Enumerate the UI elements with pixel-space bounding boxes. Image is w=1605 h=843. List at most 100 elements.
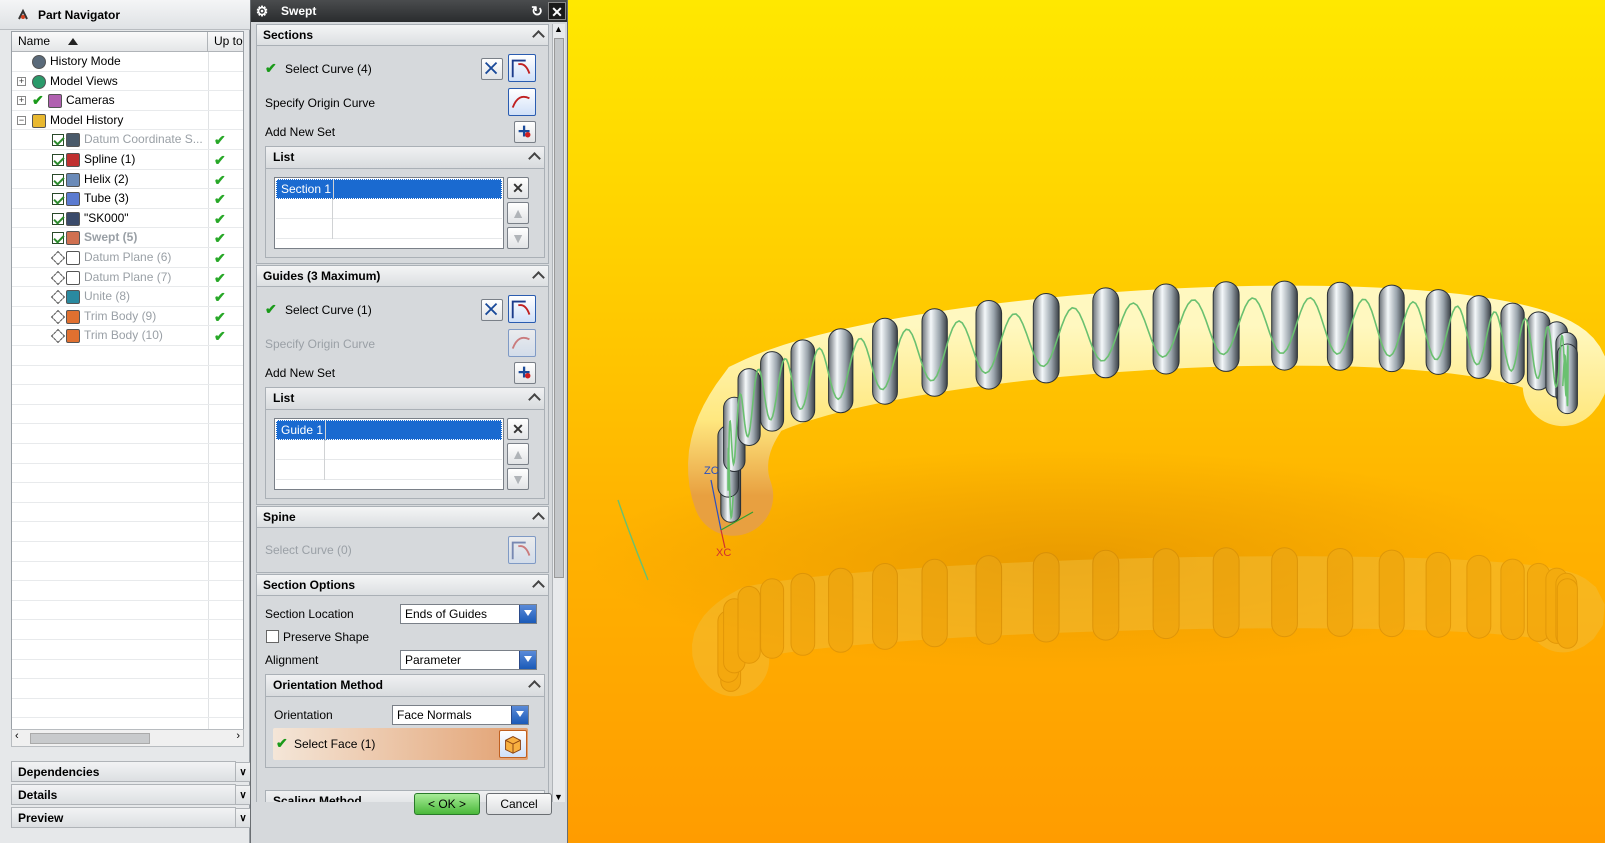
tree-node[interactable]: Datum Plane (7) ✔ (12, 267, 243, 288)
column-name-header[interactable]: Name (12, 32, 208, 51)
tree-node[interactable]: Unite (8) ✔ (12, 287, 243, 307)
tree-node[interactable]: History Mode (12, 52, 243, 72)
collapse-icon[interactable] (532, 511, 544, 523)
visibility-checkbox[interactable] (52, 232, 64, 245)
tree-node[interactable]: + Model Views (12, 71, 243, 92)
guides-group-header[interactable]: Guides (3 Maximum) (256, 265, 549, 287)
curve-rule-icon[interactable] (481, 58, 503, 80)
tree-node[interactable]: Datum Plane (6) ✔ (12, 248, 243, 268)
tree-node[interactable]: Trim Body (10) ✔ (12, 326, 243, 346)
ok-button[interactable]: < OK > (414, 793, 480, 815)
select-curve-icon[interactable] (508, 295, 536, 323)
scrollbar-thumb[interactable] (554, 38, 564, 578)
navigator-tree[interactable]: Name Up to History Mode + Model Views + ✔ Cam… (11, 31, 244, 747)
tree-node[interactable]: Swept (5) ✔ (12, 228, 243, 248)
details-panel[interactable]: Details ∨ (11, 784, 251, 805)
curve-rule-icon[interactable] (481, 299, 503, 321)
orientation-select[interactable]: Face Normals (392, 705, 529, 725)
sections-select-curve[interactable]: Select Curve (4) (285, 62, 372, 76)
helix-ring[interactable] (1500, 302, 1525, 385)
expand-icon[interactable]: + (17, 76, 26, 86)
collapse-icon[interactable] (532, 29, 544, 41)
chevron-down-icon[interactable] (519, 651, 536, 669)
swept-model-render[interactable]: ZC XC (568, 0, 1605, 843)
preserve-shape-checkbox[interactable] (266, 630, 279, 643)
tree-node[interactable]: Spline (1) ✔ (12, 150, 243, 170)
vertical-scrollbar[interactable]: ▲ ▼ (552, 24, 565, 802)
orientation-method-header[interactable]: Orientation Method (266, 675, 544, 697)
origin-curve-icon[interactable] (508, 88, 536, 116)
scroll-up-icon[interactable]: ▲ (554, 24, 563, 34)
chevron-down-icon[interactable] (519, 605, 536, 623)
visibility-checkbox[interactable] (52, 212, 64, 225)
helix-ring[interactable] (975, 300, 1003, 390)
chevron-down-icon[interactable] (511, 706, 528, 724)
add-set-icon[interactable] (514, 362, 536, 384)
helix-ring[interactable] (1152, 283, 1180, 375)
sections-list[interactable]: Section 1 (274, 177, 504, 249)
tree-node[interactable]: Trim Body (9) ✔ (12, 306, 243, 327)
remove-icon[interactable]: ✕ (507, 177, 529, 199)
collapse-icon[interactable] (528, 151, 540, 163)
helix-ring[interactable] (1092, 287, 1120, 379)
tree-node[interactable]: Tube (3) ✔ (12, 189, 243, 209)
helix-ring[interactable] (790, 339, 816, 423)
tree-node[interactable]: − Model History (12, 110, 243, 131)
sections-group-header[interactable]: Sections (256, 24, 549, 46)
hidden-indicator-icon[interactable] (50, 329, 66, 344)
hidden-indicator-icon[interactable] (50, 309, 66, 324)
helix-ring[interactable] (1212, 281, 1240, 372)
collapse-icon[interactable] (528, 679, 540, 691)
scroll-left-icon[interactable]: ‹ (15, 730, 19, 742)
hidden-indicator-icon[interactable] (50, 270, 66, 285)
guides-add-new-set[interactable]: Add New Set (265, 366, 335, 380)
collapse-icon[interactable]: − (17, 115, 26, 125)
expand-icon[interactable]: + (17, 96, 26, 106)
graphics-viewport[interactable]: ZC XC (568, 0, 1605, 843)
collapse-icon[interactable] (532, 270, 544, 282)
guides-list[interactable]: Guide 1 (274, 418, 504, 490)
preview-panel[interactable]: Preview ∨ (11, 807, 251, 828)
dependencies-panel[interactable]: Dependencies ∨ (11, 761, 251, 782)
remove-icon[interactable]: ✕ (507, 418, 529, 440)
gear-icon[interactable]: ⚙ (253, 2, 271, 20)
sections-specify-origin[interactable]: Specify Origin Curve (265, 96, 375, 110)
hidden-indicator-icon[interactable] (50, 250, 66, 266)
collapse-icon[interactable] (532, 579, 544, 591)
collapse-icon[interactable] (528, 392, 540, 404)
helix-ring[interactable] (921, 308, 948, 397)
scroll-down-icon[interactable]: ▼ (554, 792, 563, 802)
guides-list-header[interactable]: List (266, 388, 544, 410)
list-item[interactable]: Section 1 (276, 179, 502, 200)
visibility-checkbox[interactable] (52, 193, 64, 206)
spine-group-header[interactable]: Spine (256, 506, 549, 528)
alignment-select[interactable]: Parameter (400, 650, 537, 670)
chevron-down-icon[interactable]: ∨ (235, 785, 251, 805)
chevron-down-icon[interactable]: ∨ (235, 808, 251, 828)
visibility-checkbox[interactable] (52, 173, 64, 186)
reset-icon[interactable]: ↻ (528, 2, 546, 20)
chevron-down-icon[interactable]: ∨ (235, 762, 251, 782)
select-curve-icon[interactable] (508, 54, 536, 82)
section-options-group-header[interactable]: Section Options (256, 574, 549, 596)
section-location-select[interactable]: Ends of Guides (400, 604, 537, 624)
helix-ring[interactable] (1326, 281, 1354, 371)
select-face-row[interactable]: ✔ Select Face (1) (273, 728, 528, 760)
helix-ring[interactable] (1271, 280, 1298, 371)
column-up-to-date-header[interactable]: Up to (209, 32, 243, 51)
sections-list-header[interactable]: List (266, 147, 544, 169)
hidden-indicator-icon[interactable] (50, 290, 66, 305)
close-icon[interactable]: ✕ (548, 2, 566, 20)
list-item[interactable]: Guide 1 (276, 420, 502, 441)
select-face-icon[interactable] (499, 730, 527, 758)
scroll-right-icon[interactable]: › (236, 730, 240, 742)
tree-node[interactable]: + ✔ Cameras (12, 91, 243, 111)
horizontal-scrollbar[interactable]: ‹ › (11, 729, 244, 747)
helix-ring[interactable] (1378, 284, 1405, 373)
visibility-checkbox[interactable] (52, 154, 64, 166)
scrollbar-thumb[interactable] (30, 733, 150, 744)
tree-node[interactable]: Datum Coordinate S... ✔ (12, 130, 243, 150)
cancel-button[interactable]: Cancel (486, 793, 552, 815)
helix-ring[interactable] (1032, 293, 1060, 384)
add-set-icon[interactable] (514, 121, 536, 143)
